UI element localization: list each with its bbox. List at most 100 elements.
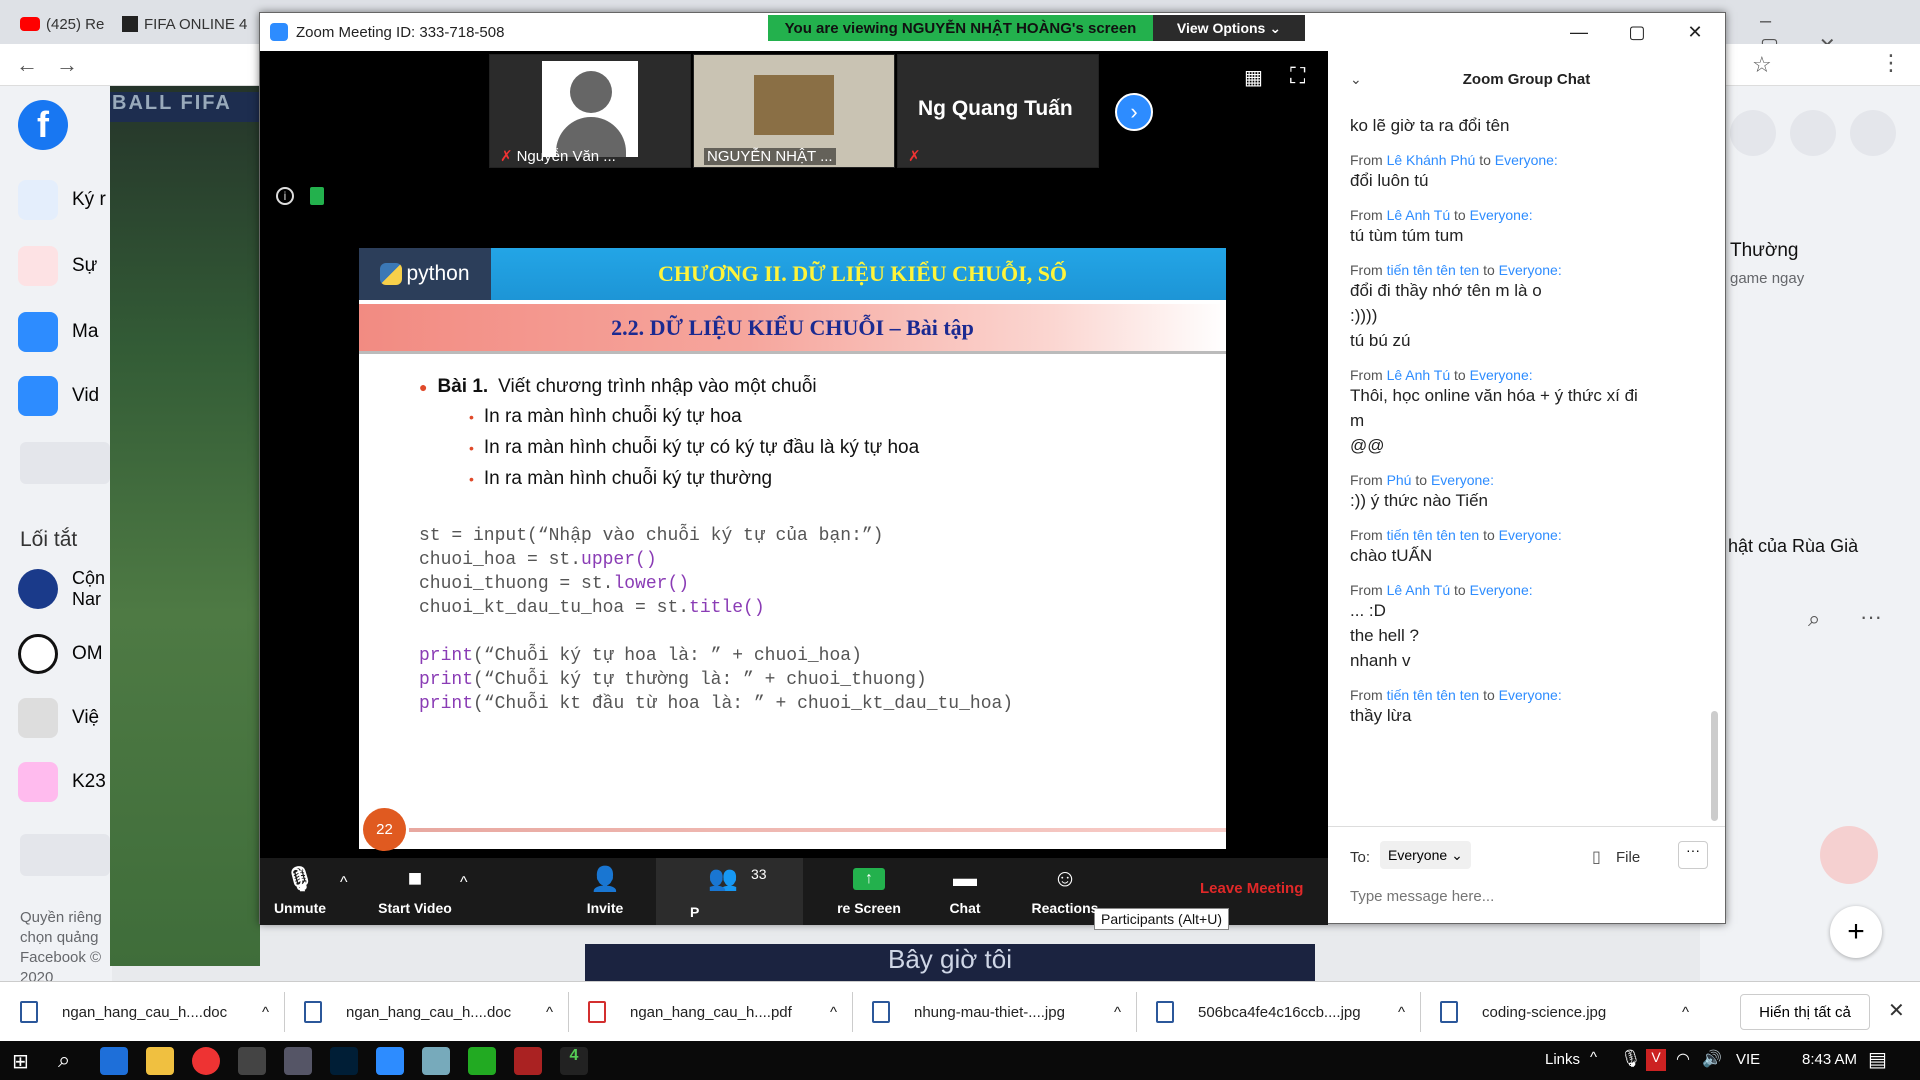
divider bbox=[1136, 992, 1137, 1032]
download-filename: nhung-mau-thiet-....jpg bbox=[914, 1003, 1065, 1021]
app-icon[interactable] bbox=[514, 1047, 542, 1075]
app-icon[interactable] bbox=[422, 1047, 450, 1075]
fb-shortcut[interactable]: Cộn Nar bbox=[18, 568, 105, 610]
participant-video[interactable]: ✗ Nguyễn Văn ... bbox=[489, 54, 691, 168]
chevron-up-icon[interactable]: ^ bbox=[1590, 1049, 1597, 1066]
browser-tab-fifa[interactable]: FIFA ONLINE 4 bbox=[112, 4, 262, 44]
download-item[interactable]: coding-science.jpg ^ bbox=[1440, 982, 1710, 1042]
notifications-icon[interactable]: ▤ bbox=[1868, 1047, 1887, 1072]
zoom-taskbar-icon[interactable] bbox=[376, 1047, 404, 1075]
zoom-meeting-window: Zoom Meeting ID: 333-718-508 You are vie… bbox=[259, 12, 1726, 930]
fb-shortcut[interactable]: Việ bbox=[18, 698, 99, 738]
maximize-button[interactable]: ▢ bbox=[1608, 13, 1666, 51]
chevron-up-icon[interactable]: ^ bbox=[1682, 1004, 1689, 1021]
add-user-icon: 👤 bbox=[590, 865, 620, 893]
links-toolbar[interactable]: Links bbox=[1545, 1051, 1580, 1068]
search-icon[interactable]: ⌕ bbox=[1808, 606, 1820, 632]
chevron-up-icon[interactable]: ^ bbox=[546, 1004, 553, 1021]
wifi-icon[interactable]: ◠ bbox=[1676, 1049, 1690, 1069]
chrome-icon[interactable] bbox=[192, 1047, 220, 1075]
minimize-button[interactable]: — bbox=[1550, 13, 1608, 51]
clock[interactable]: 8:43 AM bbox=[1802, 1051, 1857, 1068]
gallery-view-icon[interactable]: ▦ bbox=[1244, 65, 1263, 90]
fb-nav-item[interactable]: Sự bbox=[18, 246, 97, 286]
code-line: print(“Chuỗi ký tự thường là: ” + chuoi_… bbox=[419, 670, 927, 690]
info-icon[interactable]: i bbox=[276, 187, 294, 205]
edge-icon[interactable] bbox=[100, 1047, 128, 1075]
messenger-icon[interactable] bbox=[1730, 110, 1776, 156]
account-menu-icon[interactable] bbox=[1850, 110, 1896, 156]
lock-icon[interactable] bbox=[310, 187, 324, 205]
contact-avatar[interactable] bbox=[1820, 826, 1878, 884]
fb-shortcut[interactable]: OM bbox=[18, 634, 103, 674]
close-icon[interactable]: ✕ bbox=[1888, 998, 1905, 1023]
show-all-button[interactable]: Hiển thị tất cả bbox=[1740, 994, 1870, 1030]
close-button[interactable]: ✕ bbox=[1666, 13, 1724, 51]
volume-icon[interactable]: 🔊 bbox=[1702, 1049, 1722, 1069]
view-options-button[interactable]: View Options ⌄ bbox=[1153, 15, 1305, 41]
chevron-up-icon[interactable]: ^ bbox=[830, 1004, 837, 1021]
facebook-logo-icon[interactable]: f bbox=[18, 100, 68, 150]
meeting-toolbar: 🎙 Unmute ^ ■ Start Video ^ 👤 Invite 👥 33 P … bbox=[260, 858, 1328, 930]
download-item[interactable]: ngan_hang_cau_h....pdf ^ bbox=[588, 982, 858, 1042]
microphone-icon[interactable]: 🎙 bbox=[1620, 1049, 1642, 1069]
new-message-icon[interactable]: + bbox=[1830, 906, 1882, 958]
app-icon[interactable] bbox=[284, 1047, 312, 1075]
share-screen-button[interactable]: ↑ re Screen bbox=[824, 864, 914, 916]
fullscreen-icon[interactable]: ⛶ bbox=[1290, 63, 1305, 89]
star-icon[interactable]: ☆ bbox=[1752, 52, 1772, 78]
file-button[interactable]: File bbox=[1616, 849, 1640, 866]
back-icon[interactable]: ← bbox=[16, 52, 38, 78]
menu-icon[interactable]: ⋮ bbox=[1880, 50, 1902, 76]
unmute-button[interactable]: 🎙 Unmute bbox=[268, 864, 332, 917]
recipient-select[interactable]: Everyone ⌄ bbox=[1380, 841, 1471, 869]
download-item[interactable]: nhung-mau-thiet-....jpg ^ bbox=[872, 982, 1142, 1042]
bell-icon[interactable] bbox=[1790, 110, 1836, 156]
fifa-taskbar-icon[interactable]: 4 bbox=[560, 1047, 588, 1075]
chat-button[interactable]: ▬ Chat bbox=[940, 864, 990, 916]
fb-nav-item[interactable]: Ma bbox=[18, 312, 98, 352]
start-video-button[interactable]: ■ Start Video bbox=[365, 864, 465, 916]
chat-message: From Lê Anh Tú to Everyone: Thôi, học onl… bbox=[1350, 367, 1680, 458]
see-more-button[interactable] bbox=[20, 834, 110, 876]
download-item[interactable]: ngan_hang_cau_h....doc ^ bbox=[20, 982, 290, 1042]
folder-icon[interactable] bbox=[146, 1047, 174, 1075]
right-panel-subtitle: game ngay bbox=[1730, 270, 1805, 287]
participants-button[interactable]: 👥 33 P Participants (Alt+U) bbox=[656, 858, 1229, 930]
see-more-button[interactable] bbox=[20, 442, 110, 484]
antivirus-icon[interactable]: V bbox=[1646, 1049, 1666, 1071]
more-icon[interactable]: ··· bbox=[1860, 604, 1882, 630]
chat-message-text: :)))) bbox=[1350, 306, 1378, 325]
download-item[interactable]: 506bca4fe4c16ccb....jpg ^ bbox=[1156, 982, 1426, 1042]
chat-scrollbar[interactable] bbox=[1711, 711, 1718, 821]
windows-start-icon[interactable]: ⊞ bbox=[12, 1049, 29, 1074]
audio-options-chevron-icon[interactable]: ^ bbox=[340, 874, 348, 892]
more-options-icon[interactable]: ··· bbox=[1678, 841, 1708, 869]
next-page-icon[interactable]: › bbox=[1115, 93, 1153, 131]
chat-message-input[interactable] bbox=[1350, 881, 1700, 911]
download-filename: coding-science.jpg bbox=[1482, 1003, 1607, 1021]
video-options-chevron-icon[interactable]: ^ bbox=[460, 874, 468, 892]
fb-shortcut[interactable]: K23 bbox=[18, 762, 106, 802]
fb-nav-item[interactable]: Ký r bbox=[18, 180, 106, 220]
download-item[interactable]: ngan_hang_cau_h....doc ^ bbox=[304, 982, 574, 1042]
search-icon[interactable]: ⌕ bbox=[58, 1047, 70, 1073]
participant-video[interactable]: NGUYỄN NHẬT ... bbox=[693, 54, 895, 168]
participant-video[interactable]: Ng Quang Tuấn ✗ bbox=[897, 54, 1099, 168]
photoshop-icon[interactable] bbox=[330, 1047, 358, 1075]
chevron-up-icon[interactable]: ^ bbox=[262, 1004, 269, 1021]
store-icon[interactable] bbox=[238, 1047, 266, 1075]
chevron-up-icon[interactable]: ^ bbox=[1398, 1004, 1405, 1021]
reactions-button[interactable]: ☺ Reactions bbox=[1020, 864, 1110, 916]
leave-meeting-button[interactable]: Leave Meeting bbox=[1200, 880, 1303, 897]
browser-tab-youtube[interactable]: (425) Re bbox=[10, 4, 110, 44]
sub-bullet: • In ra màn hình chuỗi ký tự có ký tự đầu… bbox=[469, 437, 920, 458]
chevron-down-icon: ⌄ bbox=[1451, 846, 1463, 863]
fb-nav-item[interactable]: Vid bbox=[18, 376, 99, 416]
pycharm-icon[interactable] bbox=[468, 1047, 496, 1075]
invite-button[interactable]: 👤 Invite bbox=[580, 864, 630, 917]
file-icon[interactable]: ▯ bbox=[1592, 847, 1601, 867]
chevron-up-icon[interactable]: ^ bbox=[1114, 1004, 1121, 1021]
forward-icon[interactable]: → bbox=[56, 52, 78, 78]
language-indicator[interactable]: VIE bbox=[1736, 1051, 1760, 1068]
